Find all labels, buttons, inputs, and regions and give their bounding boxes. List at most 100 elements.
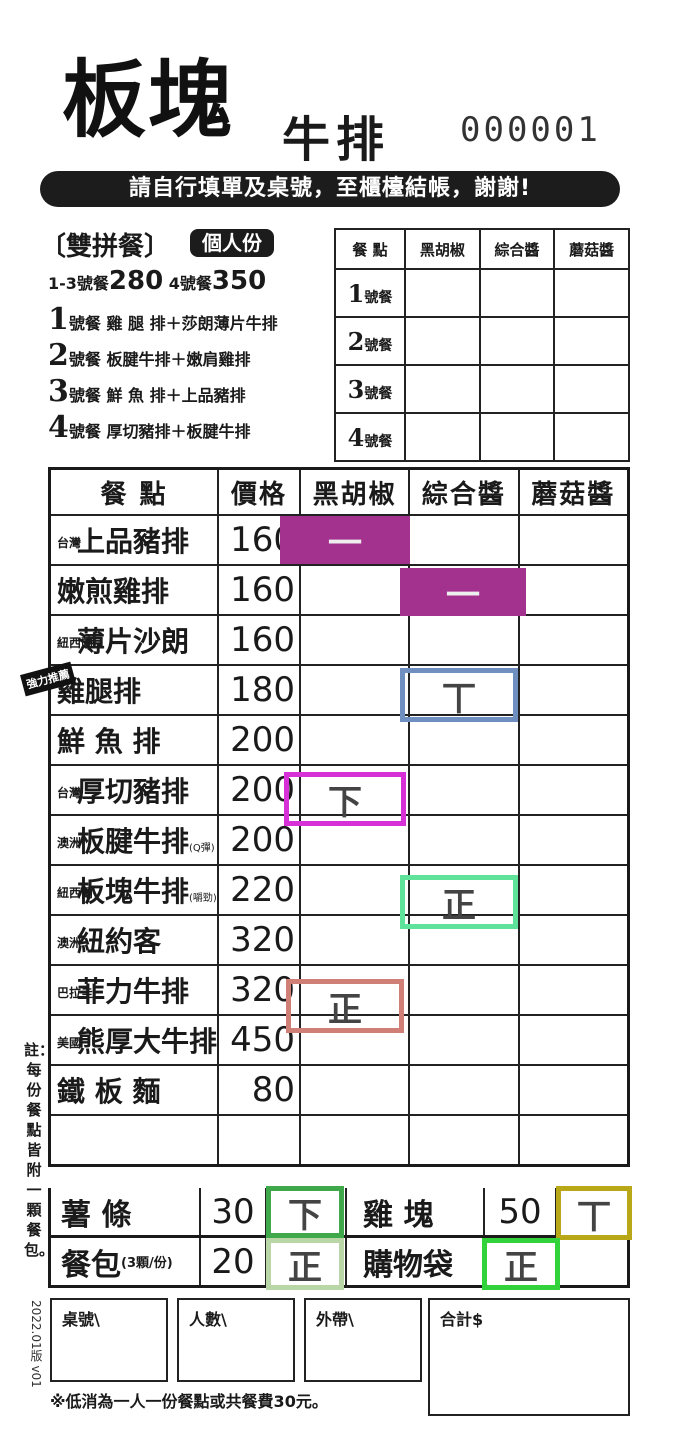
combo-row-suffix: 號餐	[364, 385, 393, 402]
menu-order-cell[interactable]	[517, 1014, 630, 1066]
menu-order-cell[interactable]	[517, 664, 630, 716]
menu-order-cell[interactable]	[517, 764, 630, 816]
menu-order-cell[interactable]	[299, 864, 411, 916]
combo-row-number: 4	[347, 422, 365, 452]
tally-mark: 丅	[400, 668, 518, 722]
menu-order-cell[interactable]	[299, 564, 411, 616]
menu-order-cell[interactable]	[517, 1114, 630, 1167]
menu-order-cell[interactable]	[299, 1064, 411, 1116]
total-field[interactable]: 合計$	[428, 1298, 630, 1416]
side-item-name: 餐包 (3顆/份)	[51, 1238, 201, 1285]
side-item-label: 餐包	[61, 1247, 121, 1283]
menu-item-origin: 澳洲	[57, 835, 82, 850]
tally-mark: 正	[286, 979, 404, 1033]
combo-cell[interactable]	[478, 316, 556, 366]
tally-mark: 正	[266, 1238, 344, 1290]
combo-cell[interactable]	[553, 412, 630, 462]
menu-order-cell[interactable]	[517, 914, 630, 966]
side-item-name: 購物袋	[347, 1238, 485, 1285]
tally-mark: 一	[280, 516, 410, 564]
takeout-field[interactable]: 外帶\	[304, 1298, 422, 1382]
combo-cell[interactable]	[553, 268, 630, 318]
side-item-name: 雞 塊	[347, 1188, 485, 1235]
menu-item-name-cell: 鐵 板 麵	[48, 1064, 220, 1116]
combo-cell[interactable]	[404, 412, 481, 462]
side-item-note: (3顆/份)	[121, 1256, 173, 1271]
combo-price-a-label: 1-3號餐	[48, 274, 109, 293]
menu-order-cell[interactable]	[299, 714, 411, 766]
tally-mark: 丅	[556, 1186, 632, 1240]
combo-cell[interactable]	[478, 268, 556, 318]
menu-order-cell[interactable]	[408, 1014, 520, 1066]
combo-cell[interactable]	[404, 364, 481, 414]
menu-order-cell[interactable]	[517, 864, 630, 916]
menu-order-cell[interactable]	[299, 664, 411, 716]
menu-item-name: 薄片沙朗	[77, 625, 190, 658]
menu-item-price: 180	[217, 664, 302, 716]
menu-row: 鮮 魚 排 200	[48, 714, 630, 766]
combo-cell[interactable]	[404, 268, 481, 318]
combo-cell[interactable]	[404, 316, 481, 366]
menu-order-cell[interactable]	[48, 1114, 220, 1167]
combo-row-number: 3	[347, 374, 365, 404]
menu-item-name-cell: 澳洲板腱牛排(Q彈)	[48, 814, 220, 866]
menu-order-cell[interactable]	[408, 614, 520, 666]
people-count-field[interactable]: 人數\	[177, 1298, 295, 1382]
combo-row-number: 2	[347, 326, 365, 356]
menu-order-cell[interactable]	[408, 814, 520, 866]
menu-item-name: 板塊牛排	[77, 875, 190, 908]
brand-logo: 板塊	[62, 50, 235, 149]
brand-subtitle: 牛排	[282, 112, 391, 168]
menu-order-cell[interactable]	[299, 614, 411, 666]
menu-header-item: 餐 點	[48, 467, 220, 516]
side-item-cell[interactable]	[557, 1238, 627, 1285]
combo-cell[interactable]	[478, 364, 556, 414]
side-item-price: 20	[201, 1238, 267, 1285]
table-number-field[interactable]: 桌號\	[50, 1298, 168, 1382]
menu-order-cell[interactable]	[408, 764, 520, 816]
tally-mark: 下	[266, 1186, 344, 1238]
menu-order-cell[interactable]	[517, 564, 630, 616]
menu-order-cell[interactable]	[517, 714, 630, 766]
combo-line-number: 4	[48, 410, 69, 445]
tally-mark: 下	[284, 772, 406, 826]
combo-line: 1號餐 雞 腿 排＋莎朗薄片牛排	[48, 302, 278, 338]
menu-order-cell[interactable]	[408, 714, 520, 766]
menu-order-cell[interactable]	[299, 1114, 411, 1167]
menu-order-cell[interactable]	[408, 1064, 520, 1116]
combo-line-number: 2	[48, 338, 69, 373]
version-label: 2022.01版 v01	[29, 1300, 43, 1388]
menu-row: 紐西蘭板塊牛排(嚼勁) 220	[48, 864, 630, 916]
combo-row-label: 1號餐	[334, 268, 406, 318]
combo-header-meal: 餐 點	[334, 228, 406, 270]
menu-item-name-cell: 美國熊厚大牛排	[48, 1014, 220, 1066]
menu-order-cell[interactable]	[408, 514, 520, 566]
menu-order-cell[interactable]	[408, 964, 520, 1016]
combo-cell[interactable]	[553, 316, 630, 366]
menu-order-cell[interactable]	[517, 964, 630, 1016]
menu-row-empty	[48, 1114, 630, 1167]
combo-row-number: 1	[347, 278, 365, 308]
menu-header-black-pepper: 黑胡椒	[299, 467, 411, 516]
menu-row: 雞腿排 180	[48, 664, 630, 716]
combo-cell[interactable]	[553, 364, 630, 414]
menu-order-cell[interactable]	[217, 1114, 302, 1167]
combo-line: 2號餐 板腱牛排＋嫩肩雞排	[48, 338, 250, 374]
menu-order-cell[interactable]	[408, 1114, 520, 1167]
combo-line-text: 號餐 雞 腿 排＋莎朗薄片牛排	[68, 314, 278, 333]
tally-mark: 一	[400, 568, 526, 616]
menu-row: 澳洲紐約客 320	[48, 914, 630, 966]
menu-order-cell[interactable]	[517, 814, 630, 866]
menu-order-cell[interactable]	[299, 914, 411, 966]
menu-order-cell[interactable]	[517, 514, 630, 566]
combo-cell[interactable]	[478, 412, 556, 462]
menu-item-name: 紐約客	[77, 925, 162, 958]
menu-item-name-cell: 紐西蘭薄片沙朗	[48, 614, 220, 666]
menu-item-name-cell: 台灣厚切豬排	[48, 764, 220, 816]
menu-order-cell[interactable]	[517, 614, 630, 666]
combo-price-b-label: 4號餐	[168, 274, 212, 293]
menu-order-cell[interactable]	[517, 1064, 630, 1116]
order-serial-number: 000001	[460, 110, 601, 150]
menu-item-name-cell: 雞腿排	[48, 664, 220, 716]
combo-price-a: 280	[108, 266, 164, 296]
